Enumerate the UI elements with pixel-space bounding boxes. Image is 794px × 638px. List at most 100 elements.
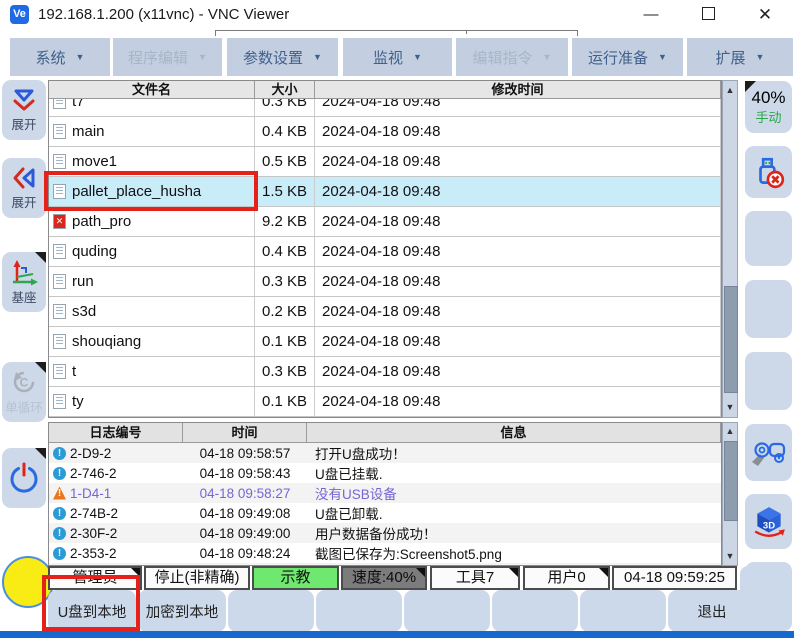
scrollbar-thumb[interactable] (724, 441, 738, 521)
corner-marker-icon (35, 448, 46, 459)
maximize-button[interactable] (693, 4, 723, 26)
corner-marker-icon (35, 252, 46, 263)
status-run-state[interactable]: 停止(非精确) (144, 566, 250, 590)
table-row[interactable]: ty 0.1 KB 2024-04-18 09:48 (49, 387, 721, 417)
encrypt-to-local-button[interactable]: 加密到本地 (138, 590, 226, 632)
log-row-warning[interactable]: !1-D4-1 04-18 09:58:27 没有USB设备 (49, 483, 721, 503)
col-modified[interactable]: 修改时间 (315, 81, 721, 98)
status-datetime: 04-18 09:59:25 (612, 566, 737, 590)
menu-monitor[interactable]: 监视▼ (343, 38, 452, 76)
log-row[interactable]: !2-74B-2 04-18 09:49:08 U盘已卸载. (49, 503, 721, 523)
bottom-button-blank-1[interactable] (228, 590, 314, 632)
record-dot-button[interactable] (2, 556, 54, 608)
bottom-button-blank-2[interactable] (316, 590, 402, 632)
side-button-blank-3[interactable] (745, 352, 792, 410)
view-3d-button[interactable]: 3D (745, 494, 792, 549)
file-time: 2024-04-18 09:48 (315, 237, 721, 266)
scrollbar-thumb[interactable] (724, 286, 738, 393)
menu-system[interactable]: 系统▼ (10, 38, 110, 76)
log-table-scrollbar[interactable]: ▲ ▼ (722, 422, 738, 566)
col-filename[interactable]: 文件名 (49, 81, 255, 98)
side-button-blank-2[interactable] (745, 280, 792, 338)
log-id: 2-353-2 (70, 546, 117, 561)
close-button[interactable]: ✕ (750, 4, 780, 26)
bottom-button-blank-3[interactable] (404, 590, 490, 632)
cube-3d-icon: 3D (751, 505, 787, 539)
log-time: 04-18 09:58:27 (183, 483, 307, 503)
file-time: 2024-04-18 09:48 (315, 297, 721, 326)
chevron-down-icon: ▼ (658, 52, 667, 62)
usb-to-local-button[interactable]: U盘到本地 (48, 590, 136, 632)
table-row-selected[interactable]: pallet_place_husha 1.5 KB 2024-04-18 09:… (49, 177, 721, 207)
menu-edit-command: 编辑指令▼ (456, 38, 568, 76)
table-row[interactable]: t7 0.3 KB 2024-04-18 09:48 (49, 99, 721, 117)
vnc-viewer-window: Ve 192.168.1.200 (x11vnc) - VNC Viewer —… (0, 0, 794, 638)
scroll-down-icon[interactable]: ▼ (723, 400, 737, 415)
table-row[interactable]: move1 0.5 KB 2024-04-18 09:48 (49, 147, 721, 177)
remote-screen-edge (466, 30, 467, 34)
power-button[interactable] (2, 448, 46, 508)
power-icon (8, 462, 40, 494)
file-size: 0.4 KB (255, 117, 315, 146)
bottom-accent-strip (0, 631, 794, 638)
menu-label: 参数设置 (243, 47, 303, 68)
menu-parameter-settings[interactable]: 参数设置▼ (227, 38, 338, 76)
single-cycle-button: C 单循环 (2, 362, 46, 422)
expand-left-button[interactable]: 展开 (2, 158, 46, 218)
file-time: 2024-04-18 09:48 (315, 117, 721, 146)
status-user-frame[interactable]: 用户0 (523, 566, 610, 590)
corner-marker-icon (745, 81, 756, 92)
file-name: main (72, 117, 105, 146)
scroll-down-icon[interactable]: ▼ (723, 549, 737, 564)
table-row[interactable]: s3d 0.2 KB 2024-04-18 09:48 (49, 297, 721, 327)
file-name: ty (72, 387, 84, 416)
remote-screen-edge (577, 30, 578, 36)
col-size[interactable]: 大小 (255, 81, 315, 98)
speed-mode-button[interactable]: 40% 手动 (745, 81, 792, 133)
minimize-button[interactable]: — (636, 4, 666, 26)
chevron-down-icon: ▼ (413, 52, 422, 62)
expand-down-button[interactable]: 展开 (2, 80, 46, 140)
col-log-time[interactable]: 时间 (183, 423, 307, 442)
table-row[interactable]: path_pro 9.2 KB 2024-04-18 09:48 (49, 207, 721, 237)
menu-extension[interactable]: 扩展▼ (687, 38, 793, 76)
file-table-scrollbar[interactable]: ▲ ▼ (722, 80, 738, 418)
table-row[interactable]: main 0.4 KB 2024-04-18 09:48 (49, 117, 721, 147)
table-row[interactable]: t 0.3 KB 2024-04-18 09:48 (49, 357, 721, 387)
menu-label: 扩展 (716, 47, 746, 68)
menu-run-prepare[interactable]: 运行准备▼ (572, 38, 683, 76)
bottom-button-blank-5[interactable] (580, 590, 666, 632)
file-time: 2024-04-18 09:48 (315, 99, 721, 116)
log-time: 04-18 09:48:24 (183, 543, 307, 563)
status-teach-mode[interactable]: 示教 (252, 566, 339, 590)
log-message: 打开U盘成功！ (307, 443, 721, 463)
side-button-blank-1[interactable] (745, 211, 792, 266)
bottom-button-blank-4[interactable] (492, 590, 578, 632)
log-row[interactable]: !2-D9-2 04-18 09:58:57 打开U盘成功！ (49, 443, 721, 463)
table-row[interactable]: run 0.3 KB 2024-04-18 09:48 (49, 267, 721, 297)
log-message: U盘已卸载. (307, 503, 721, 523)
base-frame-button[interactable]: 基座 (2, 252, 46, 312)
menu-label: 程序编辑 (128, 47, 188, 68)
svg-text:C: C (20, 376, 29, 390)
teach-pendant-button[interactable] (745, 424, 792, 481)
exit-button[interactable]: 退出 (668, 590, 756, 632)
table-row[interactable]: shouqiang 0.1 KB 2024-04-18 09:48 (49, 327, 721, 357)
status-speed[interactable]: 速度:40% (341, 566, 427, 590)
col-log-id[interactable]: 日志编号 (49, 423, 183, 442)
corner-marker-icon (509, 568, 518, 577)
status-user-role[interactable]: 管理员 (48, 566, 142, 590)
col-log-info[interactable]: 信息 (307, 423, 721, 442)
log-id: 1-D4-1 (70, 486, 111, 501)
log-row[interactable]: !2-746-2 04-18 09:58:43 U盘已挂载. (49, 463, 721, 483)
user-role-label: 管理员 (72, 569, 117, 586)
status-tool[interactable]: 工具7 (430, 566, 520, 590)
log-row[interactable]: !2-30F-2 04-18 09:49:00 用户数据备份成功！ (49, 523, 721, 543)
menu-label: 编辑指令 (473, 47, 533, 68)
log-row[interactable]: !2-353-2 04-18 09:48:24 截图已保存为:Screensho… (49, 543, 721, 563)
table-row[interactable]: quding 0.4 KB 2024-04-18 09:48 (49, 237, 721, 267)
scroll-up-icon[interactable]: ▲ (723, 424, 737, 439)
scroll-up-icon[interactable]: ▲ (723, 83, 737, 98)
base-frame-label: 基座 (11, 287, 36, 306)
usb-eject-button[interactable] (745, 146, 792, 198)
